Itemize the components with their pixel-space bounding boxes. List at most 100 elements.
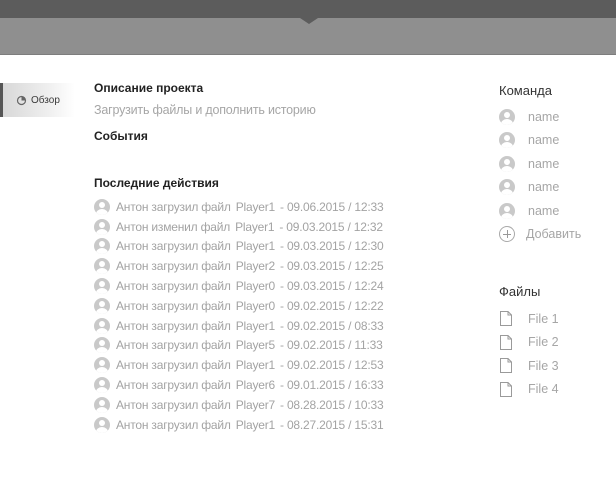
team-panel: Команда name name name name name Добавить xyxy=(499,83,609,246)
activity-player[interactable]: Player2 xyxy=(236,259,275,273)
project-description-title: Описание проекта xyxy=(94,81,204,95)
activity-date: - 09.03.2015 / 12:25 xyxy=(280,259,384,274)
avatar xyxy=(94,357,110,374)
activity-player[interactable]: Player1 xyxy=(235,220,274,234)
avatar xyxy=(499,179,515,196)
activity-text: Антон загрузил файл xyxy=(116,239,231,254)
team-member-name: name xyxy=(528,133,560,148)
avatar xyxy=(94,337,110,354)
recent-activity-title: Последние действия xyxy=(94,176,219,190)
team-member-name: name xyxy=(528,109,560,124)
team-member[interactable]: name xyxy=(499,129,609,153)
activity-text: Антон загрузил файл xyxy=(116,378,231,393)
activity-player[interactable]: Player7 xyxy=(236,398,275,412)
activity-text: Антон загрузил файл xyxy=(116,417,231,432)
avatar xyxy=(94,258,110,275)
team-member-name: name xyxy=(528,180,560,195)
file-item[interactable]: File 4 xyxy=(499,378,609,402)
team-member[interactable]: name xyxy=(499,105,609,129)
activity-item: Антон загрузил файл Player1 - 09.02.2015 /… xyxy=(94,316,454,336)
activity-text: Антон загрузил файл xyxy=(116,259,231,274)
activity-player[interactable]: Player1 xyxy=(236,239,275,253)
file-name: File 3 xyxy=(528,358,559,373)
file-list: File 1 File 2 File 3 File 4 xyxy=(499,307,609,401)
activity-player[interactable]: Player0 xyxy=(236,299,275,313)
file-item[interactable]: File 3 xyxy=(499,354,609,378)
events-title: События xyxy=(94,129,148,143)
avatar xyxy=(94,317,110,334)
activity-date: - 09.02.2015 / 12:53 xyxy=(280,358,384,373)
avatar xyxy=(499,155,515,172)
activity-text: Антон изменил файл xyxy=(116,219,231,234)
activity-list: Антон загрузил файл Player1 - 09.06.2015 /… xyxy=(94,197,454,435)
activity-item: Антон загрузил файл Player1 - 08.27.2015 /… xyxy=(94,415,454,435)
avatar xyxy=(94,416,110,433)
team-member[interactable]: name xyxy=(499,176,609,200)
avatar xyxy=(499,202,515,219)
activity-date: - 09.03.2015 / 12:30 xyxy=(280,239,384,254)
document-icon xyxy=(500,381,512,397)
activity-date: - 08.27.2015 / 15:31 xyxy=(280,417,384,432)
activity-date: - 09.02.2015 / 08:33 xyxy=(280,318,384,333)
activity-date: - 09.02.2015 / 12:22 xyxy=(280,298,384,313)
activity-player[interactable]: Player1 xyxy=(236,319,275,333)
activity-text: Антон загрузил файл xyxy=(116,338,231,353)
avatar xyxy=(94,377,110,394)
activity-item: Антон загрузил файл Player2 - 09.03.2015 /… xyxy=(94,256,454,276)
activity-item: Антон загрузил файл Player0 - 09.03.2015 /… xyxy=(94,276,454,296)
file-item[interactable]: File 1 xyxy=(499,307,609,331)
activity-player[interactable]: Player5 xyxy=(236,338,275,352)
avatar xyxy=(94,198,110,215)
nav-item-overview-label: Обзор xyxy=(31,94,60,106)
team-member-name: name xyxy=(528,156,560,171)
activity-player[interactable]: Player0 xyxy=(236,279,275,293)
avatar xyxy=(94,297,110,314)
project-description-placeholder[interactable]: Загрузить файлы и дополнить историю xyxy=(94,103,454,117)
activity-date: - 08.28.2015 / 10:33 xyxy=(280,397,384,412)
activity-text: Антон загрузил файл xyxy=(116,279,231,294)
team-title: Команда xyxy=(499,83,552,98)
file-name: File 2 xyxy=(528,335,559,350)
nav-item-overview[interactable]: Обзор xyxy=(0,83,75,117)
top-bar xyxy=(0,0,616,18)
avatar xyxy=(499,132,515,149)
team-member[interactable]: name xyxy=(499,152,609,176)
activity-item: Антон загрузил файл Player5 - 09.02.2015 /… xyxy=(94,336,454,356)
activity-date: - 09.03.2015 / 12:32 xyxy=(279,219,383,234)
team-list: name name name name name xyxy=(499,105,609,223)
activity-item: Антон загрузил файл Player1 - 09.06.2015 /… xyxy=(94,197,454,217)
avatar xyxy=(94,238,110,255)
activity-item: Антон изменил файл Player1 - 09.03.2015 / … xyxy=(94,217,454,237)
activity-player[interactable]: Player6 xyxy=(236,378,275,392)
avatar xyxy=(94,218,110,235)
activity-text: Антон загрузил файл xyxy=(116,298,231,313)
document-icon xyxy=(500,358,512,374)
activity-item: Антон загрузил файл Player6 - 09.01.2015 /… xyxy=(94,375,454,395)
add-member-button[interactable]: Добавить xyxy=(499,223,609,247)
avatar xyxy=(499,108,515,125)
overview-icon xyxy=(16,95,27,105)
file-name: File 4 xyxy=(528,382,559,397)
document-icon xyxy=(500,334,512,350)
activity-player[interactable]: Player1 xyxy=(236,418,275,432)
activity-text: Антон загрузил файл xyxy=(116,318,231,333)
avatar xyxy=(94,278,110,295)
team-member[interactable]: name xyxy=(499,199,609,223)
plus-circle-icon xyxy=(499,226,515,243)
activity-player[interactable]: Player1 xyxy=(236,200,275,214)
activity-item: Антон загрузил файл Player1 - 09.03.2015 /… xyxy=(94,237,454,257)
files-title: Файлы xyxy=(499,284,541,299)
activity-item: Антон загрузил файл Player0 - 09.02.2015 /… xyxy=(94,296,454,316)
file-item[interactable]: File 2 xyxy=(499,331,609,355)
document-icon xyxy=(500,311,512,327)
activity-date: - 09.06.2015 / 12:33 xyxy=(280,199,384,214)
side-nav: Обзор xyxy=(0,83,75,117)
activity-date: - 09.03.2015 / 12:24 xyxy=(280,279,384,294)
activity-date: - 09.02.2015 / 11:33 xyxy=(280,338,383,353)
activity-text: Антон загрузил файл xyxy=(116,397,231,412)
team-member-name: name xyxy=(528,203,560,218)
header-pointer xyxy=(300,18,318,24)
add-member-label: Добавить xyxy=(526,227,582,242)
activity-item: Антон загрузил файл Player1 - 09.02.2015 /… xyxy=(94,355,454,375)
activity-player[interactable]: Player1 xyxy=(236,358,275,372)
